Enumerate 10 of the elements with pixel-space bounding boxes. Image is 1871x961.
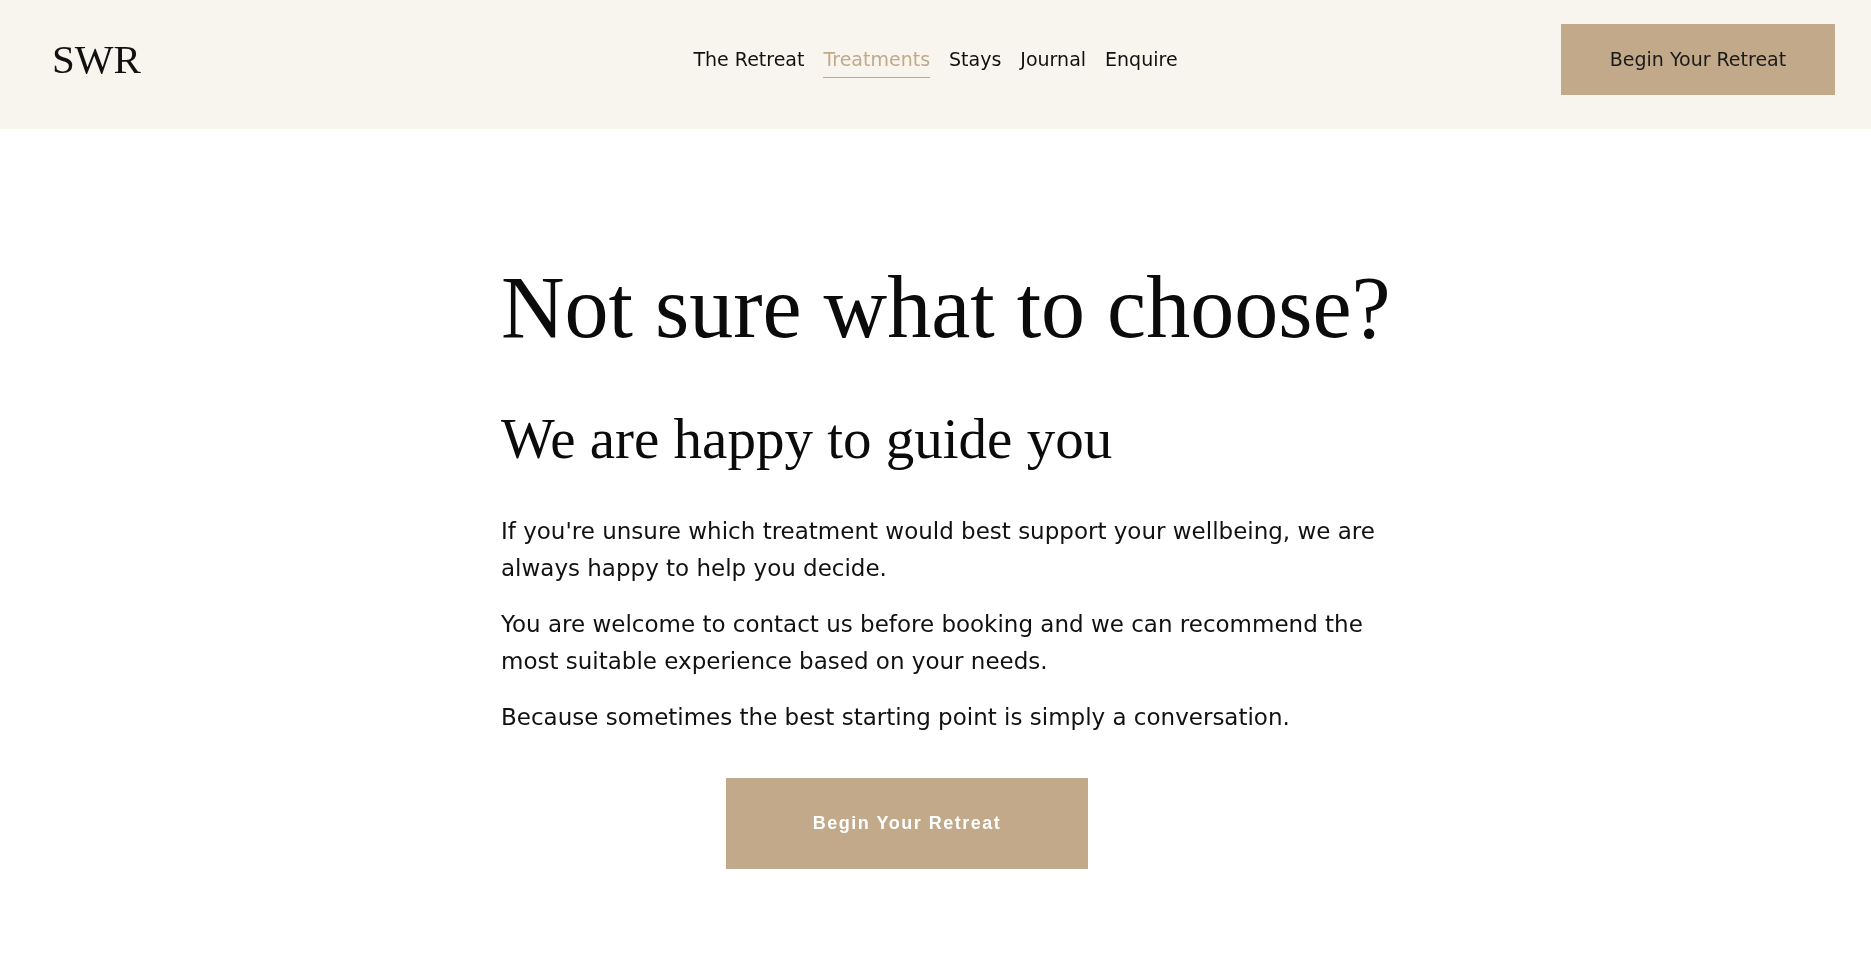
body-paragraph: If you're unsure which treatment would best support your wellbeing, we are always happy to help you decide. — [501, 517, 1376, 583]
body-paragraph: You are welcome to contact us before booking and we can recommend the most suitable experience based on your needs. — [501, 610, 1364, 676]
hero-heading: Not sure what to choose? — [501, 264, 1391, 352]
body-paragraph: Because sometimes the best starting point is simply a conversation. — [501, 703, 1291, 732]
nav-link[interactable]: Stays — [949, 41, 1002, 78]
begin-retreat-button[interactable]: Begin Your Retreat — [1561, 24, 1835, 95]
site-logo[interactable]: SWR — [52, 39, 141, 80]
nav-link[interactable]: Enquire — [1105, 41, 1178, 78]
nav-link[interactable]: The Retreat — [693, 41, 805, 78]
nav-link[interactable]: Journal — [1020, 41, 1087, 78]
